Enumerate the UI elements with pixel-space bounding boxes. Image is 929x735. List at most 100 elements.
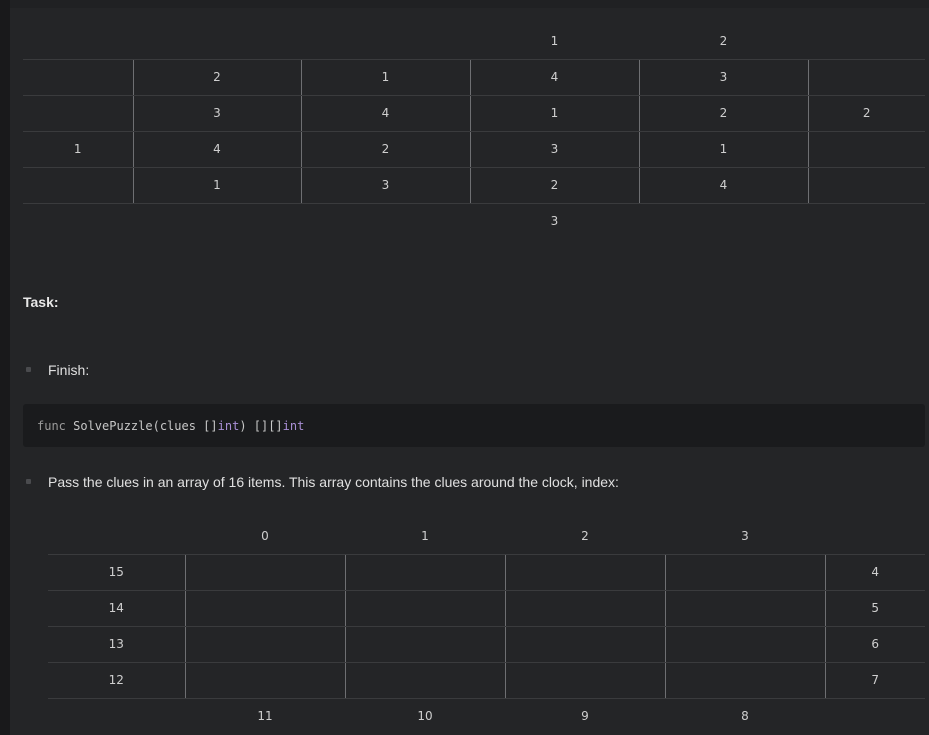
grid-cell: 2 (132, 58, 302, 96)
grid-cell (504, 661, 666, 699)
grid-cell: 3 (300, 166, 471, 204)
code-text: SolvePuzzle(clues [] (65, 419, 218, 433)
left-index: 13 (48, 626, 185, 663)
right-index: 4 (825, 554, 925, 591)
code-type: int (217, 419, 240, 433)
right-clue (808, 59, 925, 96)
bullet-marker (26, 367, 31, 372)
code-type: int (282, 419, 305, 433)
grid-cell: 1 (638, 130, 809, 168)
bottom-index (825, 698, 925, 734)
left-margin (0, 0, 10, 735)
bottom-clue: 3 (550, 214, 559, 229)
bottom-clue (23, 203, 133, 239)
grid-cell: 3 (469, 130, 640, 168)
bottom-clue (808, 203, 925, 239)
bottom-clues-row: 3 (23, 203, 925, 239)
grid-cell (664, 553, 826, 591)
right-index: 6 (825, 626, 925, 663)
grid-cell (504, 589, 666, 627)
grid-cell: 2 (638, 94, 809, 132)
grid-cell: 1 (132, 166, 302, 204)
top-index: 3 (665, 518, 825, 555)
right-clue (808, 131, 925, 168)
top-clues-row: 1 2 (23, 23, 925, 60)
task-heading: Task: (23, 294, 59, 310)
grid-cell (504, 553, 666, 591)
bottom-clue (133, 203, 301, 239)
top-index: 1 (345, 518, 505, 555)
example-puzzle-table: 1 2 2 1 4 3 3 4 1 2 2 1 4 2 3 1 1 3 2 4 (23, 23, 925, 239)
bottom-index: 11 (257, 709, 273, 724)
bottom-index: 9 (581, 709, 589, 724)
code-signature: func SolvePuzzle(clues []int) [][]int (37, 419, 304, 433)
grid-cell: 2 (469, 166, 640, 204)
grid-cell (184, 553, 346, 591)
grid-cell: 1 (469, 94, 640, 132)
grid-cell: 2 (300, 130, 471, 168)
right-clue (808, 167, 925, 204)
top-index-row: 0 1 2 3 (48, 518, 925, 555)
bottom-index: 8 (741, 709, 749, 724)
bullet-marker (26, 479, 31, 484)
grid-cell (184, 661, 346, 699)
grid-cell: 4 (132, 130, 302, 168)
bullet-finish: Finish: (48, 362, 90, 378)
code-block: func SolvePuzzle(clues []int) [][]int (23, 404, 925, 447)
grid-cell: 3 (638, 58, 809, 96)
grid-cell (344, 661, 506, 699)
bottom-index-row: 11 10 9 8 (48, 698, 925, 734)
grid-cell: 4 (469, 58, 640, 96)
code-text: ) [][] (239, 419, 283, 433)
top-clue: 1 (470, 23, 639, 60)
table-row: 12 7 (48, 661, 925, 699)
index-table: 0 1 2 3 15 4 14 5 13 6 12 7 11 10 9 8 (48, 518, 925, 734)
grid-cell (664, 661, 826, 699)
top-clue (133, 23, 301, 60)
left-clue: 1 (23, 131, 133, 168)
grid-cell: 1 (300, 58, 471, 96)
table-row: 15 4 (48, 553, 925, 591)
grid-cell (344, 553, 506, 591)
left-index: 12 (48, 662, 185, 699)
right-clue: 2 (808, 95, 925, 132)
grid-cell (184, 625, 346, 663)
code-keyword: func (37, 419, 66, 433)
bottom-index (48, 698, 185, 734)
bottom-clue (639, 203, 808, 239)
table-row: 13 6 (48, 625, 925, 663)
grid-cell (664, 589, 826, 627)
bottom-index: 10 (417, 709, 433, 724)
grid-cell (344, 589, 506, 627)
grid-cell (664, 625, 826, 663)
grid-cell: 3 (132, 94, 302, 132)
right-index: 5 (825, 590, 925, 627)
top-clue (808, 23, 925, 60)
left-clue (23, 95, 133, 132)
table-row: 3 4 1 2 2 (23, 94, 925, 132)
top-edge (10, 0, 929, 8)
table-row: 1 3 2 4 (23, 166, 925, 204)
top-clue: 2 (639, 23, 808, 60)
bullet-pass-clues: Pass the clues in an array of 16 items. … (48, 474, 619, 490)
top-index: 2 (505, 518, 665, 555)
table-row: 2 1 4 3 (23, 58, 925, 96)
top-index (48, 518, 185, 555)
table-row: 14 5 (48, 589, 925, 627)
top-index (825, 518, 925, 555)
grid-cell: 4 (300, 94, 471, 132)
left-clue (23, 59, 133, 96)
right-index: 7 (825, 662, 925, 699)
grid-cell: 4 (638, 166, 809, 204)
left-index: 14 (48, 590, 185, 627)
grid-cell (344, 625, 506, 663)
top-clue (23, 23, 133, 60)
left-clue (23, 167, 133, 204)
grid-cell (504, 625, 666, 663)
table-row: 1 4 2 3 1 (23, 130, 925, 168)
grid-cell (184, 589, 346, 627)
left-index: 15 (48, 554, 185, 591)
top-clue (301, 23, 470, 60)
bottom-clue (301, 203, 470, 239)
top-index: 0 (185, 518, 345, 555)
